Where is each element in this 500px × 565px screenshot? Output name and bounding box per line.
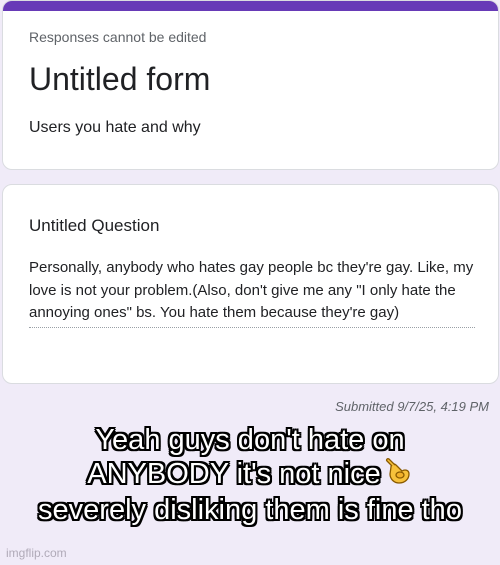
meme-caption: Yeah guys don't hate on ANYBODY it's not… xyxy=(0,423,500,527)
caption-line-2: ANYBODY it's not nice xyxy=(0,457,500,493)
question-title: Untitled Question xyxy=(29,216,160,235)
accent-bar xyxy=(3,1,498,11)
caption-text-3: severely disliking them is fine tho xyxy=(38,494,462,527)
imgflip-watermark: imgflip.com xyxy=(6,546,67,560)
question-answer: Personally, anybody who hates gay people… xyxy=(29,257,475,328)
caption-line-3: severely disliking them is fine tho xyxy=(0,493,500,527)
edit-notice: Responses cannot be edited xyxy=(29,29,207,45)
question-card: Untitled Question Personally, anybody wh… xyxy=(2,184,499,384)
form-title: Untitled form xyxy=(29,61,211,97)
caption-line-1: Yeah guys don't hate on xyxy=(0,423,500,457)
pointing-hand-icon xyxy=(385,457,413,493)
submitted-timestamp: Submitted 9/7/25, 4:19 PM xyxy=(335,399,489,414)
caption-text-1: Yeah guys don't hate on xyxy=(95,424,405,456)
form-description: Users you hate and why xyxy=(29,119,201,136)
form-header-card: Responses cannot be edited Untitled form… xyxy=(2,0,499,170)
caption-text-2: ANYBODY it's not nice xyxy=(87,458,381,490)
